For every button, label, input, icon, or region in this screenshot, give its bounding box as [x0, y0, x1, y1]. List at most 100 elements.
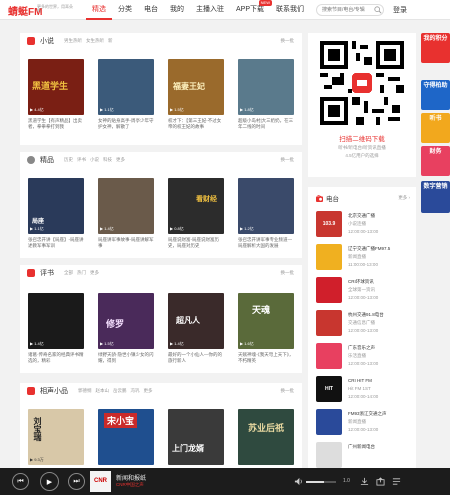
tag-link[interactable]: 岳云鹏 — [113, 388, 127, 394]
card-cover[interactable]: 超凡人 ▶ 1.4亿 — [168, 293, 224, 349]
card-cover[interactable]: ▶ 1.8亿 — [238, 59, 294, 115]
card-cover[interactable]: 黑道学生 ▶ 4.4亿 — [28, 59, 84, 115]
radio-logo[interactable] — [316, 244, 342, 270]
tag-link[interactable]: 郭德纲 — [78, 388, 92, 394]
tag-link[interactable]: 全部 — [64, 270, 73, 276]
program-card[interactable]: 黑道学生 ▶ 4.4亿 黑道学生【有声精品】出卖者，拳拳拳打到我 — [28, 59, 84, 130]
radio-logo[interactable]: 103.9 — [316, 211, 342, 237]
radio-logo[interactable] — [316, 343, 342, 369]
now-playing-artwork[interactable]: CNR — [90, 471, 111, 492]
tag-link[interactable]: 女生热听 — [86, 38, 104, 44]
share-icon[interactable] — [376, 477, 385, 486]
radio-name[interactable]: 广东音乐之声 — [348, 345, 375, 351]
radio-name[interactable]: 杭州交通91.8电台 — [348, 312, 384, 318]
program-card[interactable]: 福妻王妃 ▶ 1.5亿 权才下：【第三王妃-不过女帝的权王妃的故事 — [168, 59, 224, 130]
side-promo-tile[interactable]: 数字营销 — [421, 181, 450, 213]
login-button[interactable]: 登录 — [393, 5, 407, 15]
program-card[interactable]: 局座 ▶ 1.1亿 张召忠开讲【局座】-局座讲述教军事军训 — [28, 178, 84, 249]
refresh-button[interactable]: 换一批 — [281, 157, 295, 163]
card-cover[interactable]: ▶ 1.4亿 — [28, 293, 84, 349]
program-card[interactable]: 看财经 ▶ 0.8亿 局座说财富-局座说财富历史，局座对历史 — [168, 178, 224, 249]
radio-logo[interactable] — [316, 310, 342, 336]
nav-item-radio[interactable]: 电台 — [138, 0, 164, 20]
playback-speed[interactable]: 1.0 — [343, 478, 350, 484]
program-card[interactable]: 宋小宝 — [98, 409, 154, 465]
radio-name[interactable]: CRI HIT FM — [348, 378, 372, 383]
side-promo-tile[interactable]: 守得柏助 — [421, 80, 450, 110]
radio-logo[interactable] — [316, 442, 342, 468]
tag-link[interactable]: 男生热听 — [64, 38, 82, 44]
radio-item[interactable]: HIT CRI HIT FM Hit FM 1ST 12:00:00-14:00 — [316, 376, 412, 406]
card-cover[interactable]: 刘宝瑞 ▶ 9.3万 — [28, 409, 84, 465]
program-card[interactable]: 刘宝瑞 ▶ 9.3万 — [28, 409, 84, 465]
radio-name[interactable]: 广州新闻电台 — [348, 444, 375, 450]
card-cover[interactable]: 上门龙婿 — [168, 409, 224, 465]
tag-link[interactable]: 科技 — [103, 157, 112, 163]
next-button[interactable]: ⏭ — [68, 473, 85, 490]
refresh-button[interactable]: 换一批 — [281, 388, 295, 394]
card-cover[interactable]: ▶ 1.4亿 — [98, 178, 154, 234]
card-cover[interactable]: 修罗 ▶ 1.5亿 — [98, 293, 154, 349]
program-card[interactable]: ▶ 1.2亿 张召忠开讲军事专业频道—局座解析大国的发展 — [238, 178, 294, 249]
play-button[interactable]: ▶ — [40, 472, 59, 491]
tag-link[interactable]: 冯巩 — [131, 388, 140, 394]
prev-button[interactable]: ⏮ — [12, 473, 29, 490]
side-promo-tile[interactable]: 我的积分 — [421, 33, 450, 63]
program-card[interactable]: 苏业后祇 — [238, 409, 294, 465]
card-title[interactable]: 张召忠开讲【局座】-局座讲述教军事军训 — [28, 237, 84, 249]
program-card[interactable]: ▶ 1.8亿 超级小岛村|大三奶奶，在三年二线的时间 — [238, 59, 294, 130]
program-card[interactable]: ▶ 1.1亿 女神的贴身高手-周亭少年守护女神，解散了 — [98, 59, 154, 130]
card-cover[interactable]: 苏业后祇 — [238, 409, 294, 465]
program-card[interactable]: 超凡人 ▶ 1.4亿 最好的一个小仙人—你的的旅行新人 — [168, 293, 224, 364]
tag-link[interactable]: 小说 — [90, 157, 99, 163]
card-title[interactable]: 超级小岛村|大三奶奶，在三年二线的时间 — [238, 118, 294, 130]
radio-name[interactable]: FM93浙江交通之声 — [348, 411, 387, 417]
card-title[interactable]: 权才下：【第三王妃-不过女帝的权王妃的故事 — [168, 118, 224, 130]
nav-item-host-join[interactable]: 主播入驻 — [190, 0, 230, 20]
card-title[interactable]: 局座讲军事故事-局座讲解军事 — [98, 237, 154, 249]
tag-link[interactable]: 更多 — [116, 157, 125, 163]
radio-name[interactable]: 北京交通广播 — [348, 213, 375, 219]
radio-logo[interactable] — [316, 277, 342, 303]
radio-item[interactable]: 广东音乐之声 乐活直播 12:00:00-13:00 — [316, 343, 412, 373]
nav-item-app-download[interactable]: APP下载 NEW — [230, 0, 273, 20]
volume-slider[interactable] — [306, 481, 336, 483]
refresh-button[interactable]: 换一批 — [281, 270, 295, 276]
download-icon[interactable] — [360, 477, 369, 486]
nav-item-featured[interactable]: 精选 — [86, 0, 112, 20]
card-title[interactable]: 局座说财富-局座说财富历史，局座对历史 — [168, 237, 224, 249]
volume-icon[interactable] — [294, 477, 303, 486]
card-cover[interactable]: 看财经 ▶ 0.8亿 — [168, 178, 224, 234]
card-title[interactable]: 天赋神魂·《我天穹上天下》，不朽精英 — [238, 352, 294, 364]
tag-link[interactable]: 热门 — [77, 270, 86, 276]
card-cover[interactable]: 宋小宝 — [98, 409, 154, 465]
radio-logo[interactable]: HIT — [316, 376, 342, 402]
card-title[interactable]: 诸葛·传奇名家的经典评书精选的，精彩 — [28, 352, 84, 364]
playlist-icon[interactable] — [392, 477, 401, 486]
radio-item[interactable]: 辽宁交通广播FM97.5 新闻直播 11:00:00-13:00 — [316, 244, 412, 274]
radio-more-link[interactable]: 更多 › — [398, 195, 410, 201]
radio-name[interactable]: CRI环球资讯 — [348, 279, 374, 285]
radio-item[interactable]: FM93浙江交通之声 新闻直播 12:00:00-13:00 — [316, 409, 412, 439]
side-promo-tile[interactable]: 听书 — [421, 113, 450, 143]
radio-item[interactable]: CRI环球资讯 全球第一资讯 12:00:00-13:00 — [316, 277, 412, 307]
card-title[interactable]: 女神的贴身高手-周亭少年守护女神，解散了 — [98, 118, 154, 130]
now-playing-title[interactable]: 新闻和报纸 — [116, 473, 146, 482]
radio-item[interactable]: 杭州交通91.8电台 交通信息广播 12:00:00-13:00 — [316, 310, 412, 340]
card-cover[interactable]: 天魂 ▶ 1.6亿 — [238, 293, 294, 349]
card-title[interactable]: 绿野天骄·隐世小镇少女的闪耀，得到 — [98, 352, 154, 364]
card-cover[interactable]: 福妻王妃 ▶ 1.5亿 — [168, 59, 224, 115]
program-card[interactable]: 修罗 ▶ 1.5亿 绿野天骄·隐世小镇少女的闪耀，得到 — [98, 293, 154, 364]
tag-link[interactable]: 历史 — [64, 157, 73, 163]
tag-link[interactable]: 新 — [108, 38, 113, 44]
program-card[interactable]: 上门龙婿 — [168, 409, 224, 465]
card-cover[interactable]: ▶ 1.1亿 — [98, 59, 154, 115]
tag-link[interactable]: 更多 — [144, 388, 153, 394]
radio-logo[interactable] — [316, 409, 342, 435]
tag-link[interactable]: 评书 — [77, 157, 86, 163]
tag-link[interactable]: 更多 — [90, 270, 99, 276]
card-cover[interactable]: 局座 ▶ 1.1亿 — [28, 178, 84, 234]
nav-item-mine[interactable]: 我的 — [164, 0, 190, 20]
card-title[interactable]: 黑道学生【有声精品】出卖者，拳拳拳打到我 — [28, 118, 84, 130]
tag-link[interactable]: 赵本山 — [96, 388, 110, 394]
